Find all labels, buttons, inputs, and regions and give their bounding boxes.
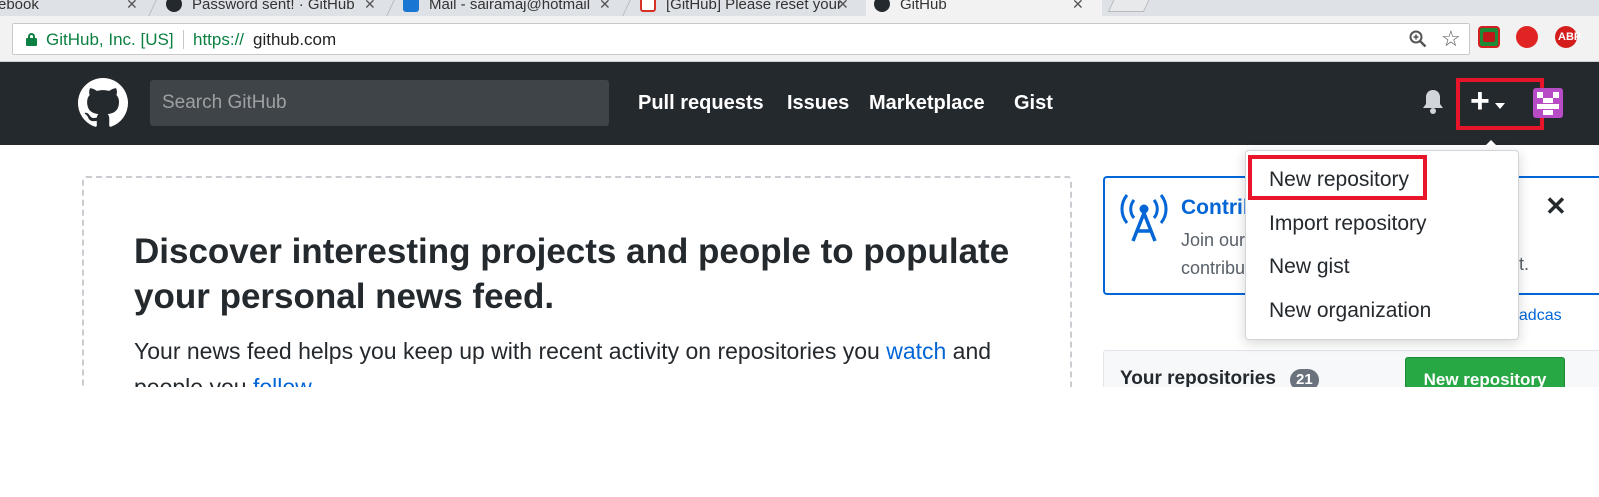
github-favicon-icon [166, 0, 182, 12]
cropped-area [0, 387, 1599, 497]
omnibox-divider [183, 30, 184, 49]
menu-item-import-repository[interactable]: Import repository [1269, 212, 1427, 236]
nav-marketplace[interactable]: Marketplace [869, 92, 985, 115]
create-new-menu-button[interactable] [1456, 78, 1544, 130]
nav-issues[interactable]: Issues [787, 92, 849, 115]
address-bar[interactable]: GitHub, Inc. [US] https:// github.com ☆ [12, 23, 1470, 55]
mcafee-extension-icon[interactable] [1478, 26, 1500, 48]
watch-link[interactable]: watch [886, 338, 946, 364]
search-input[interactable]: Search GitHub [150, 80, 609, 126]
new-tab-button[interactable] [1107, 0, 1153, 12]
ev-certificate-label[interactable]: GitHub, Inc. [US] [46, 30, 174, 50]
blankslate-title: Discover interesting projects and people… [134, 232, 1010, 316]
zoom-icon[interactable] [1409, 30, 1427, 48]
github-header: Search GitHub Pull requests Issues Marke… [0, 62, 1599, 145]
tab-close-icon[interactable]: ✕ [1072, 0, 1084, 13]
browser-tab[interactable]: [GitHub] Please reset your ✕ [640, 0, 849, 16]
close-icon[interactable]: ✕ [1545, 191, 1567, 222]
browser-tab-title: Mail - sairamaj@hotmail [429, 0, 591, 13]
browser-tab-title: GitHub [900, 0, 947, 13]
tab-divider [386, 0, 395, 16]
menu-item-new-organization[interactable]: New organization [1269, 299, 1431, 323]
browser-tab[interactable]: Mail - sairamaj@hotmail ✕ [403, 0, 611, 16]
github-favicon-icon [874, 0, 890, 12]
outlook-favicon-icon [403, 0, 419, 12]
adblock-extension-icon[interactable]: ABP [1555, 26, 1581, 48]
menu-item-new-gist[interactable]: New gist [1269, 255, 1350, 279]
url-host: github.com [253, 30, 337, 49]
nav-pull-requests[interactable]: Pull requests [638, 92, 764, 115]
tab-divider [148, 0, 157, 16]
tab-close-icon[interactable]: ✕ [364, 0, 376, 13]
description-text: Your news feed helps you keep up with re… [134, 338, 887, 364]
new-repository-highlight [1248, 155, 1427, 200]
search-placeholder: Search GitHub [162, 92, 287, 113]
broadcast-body-suffix: t. [1519, 254, 1530, 274]
browser-tab-title: ebook [0, 0, 39, 13]
lock-icon [26, 33, 37, 46]
tab-close-icon[interactable]: ✕ [599, 0, 611, 13]
shield-extension-icon[interactable] [1516, 26, 1538, 48]
gmail-favicon-icon [640, 0, 656, 12]
avatar[interactable] [1533, 88, 1563, 118]
browser-tab[interactable]: Password sent! · GitHub ✕ [166, 0, 376, 16]
url-scheme: https:// [193, 30, 245, 49]
browser-tab-title: [GitHub] Please reset your [666, 0, 842, 13]
browser-tab[interactable]: ebook ✕ [0, 0, 138, 16]
dropdown-caret [1481, 140, 1501, 150]
nav-gist[interactable]: Gist [1014, 92, 1053, 115]
browser-tab-strip: ebook ✕ Password sent! · GitHub ✕ Mail -… [0, 0, 1599, 16]
adblock-extension-label: ABP [1558, 31, 1582, 43]
bookmark-star-icon[interactable]: ☆ [1441, 26, 1461, 52]
browser-tab-title: Password sent! · GitHub [192, 0, 355, 13]
browser-toolbar: GitHub, Inc. [US] https:// github.com ☆ … [0, 16, 1599, 62]
tab-close-icon[interactable]: ✕ [126, 0, 138, 13]
github-logo-icon[interactable] [78, 78, 128, 128]
tab-close-icon[interactable]: ✕ [837, 0, 849, 13]
bell-icon[interactable] [1421, 88, 1445, 116]
browser-tab-active[interactable]: GitHub ✕ [866, 0, 1102, 16]
broadcast-icon [1120, 194, 1168, 242]
tab-divider [622, 0, 631, 16]
